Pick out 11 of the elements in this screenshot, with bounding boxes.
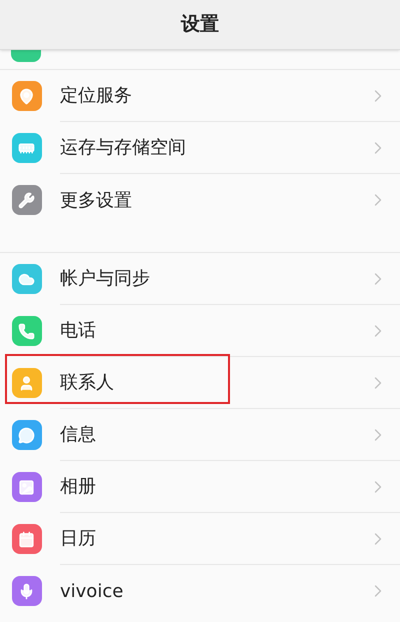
setting-label[interactable]: 信息 bbox=[60, 421, 368, 448]
setting-label[interactable]: 帐户与同步 bbox=[60, 265, 368, 292]
setting-label[interactable]: 日历 bbox=[60, 525, 368, 552]
setting-label[interactable]: vivoice bbox=[60, 578, 368, 604]
page-title: 设置 bbox=[181, 12, 219, 38]
setting-label[interactable]: 联系人 bbox=[60, 369, 368, 396]
setting-label[interactable]: 定位服务 bbox=[60, 82, 368, 109]
setting-label[interactable]: 相册 bbox=[60, 473, 368, 500]
setting-label[interactable]: 运存与存储空间 bbox=[60, 134, 368, 161]
setting-label[interactable]: 更多设置 bbox=[60, 186, 368, 214]
setting-label[interactable]: 电话 bbox=[60, 317, 368, 344]
